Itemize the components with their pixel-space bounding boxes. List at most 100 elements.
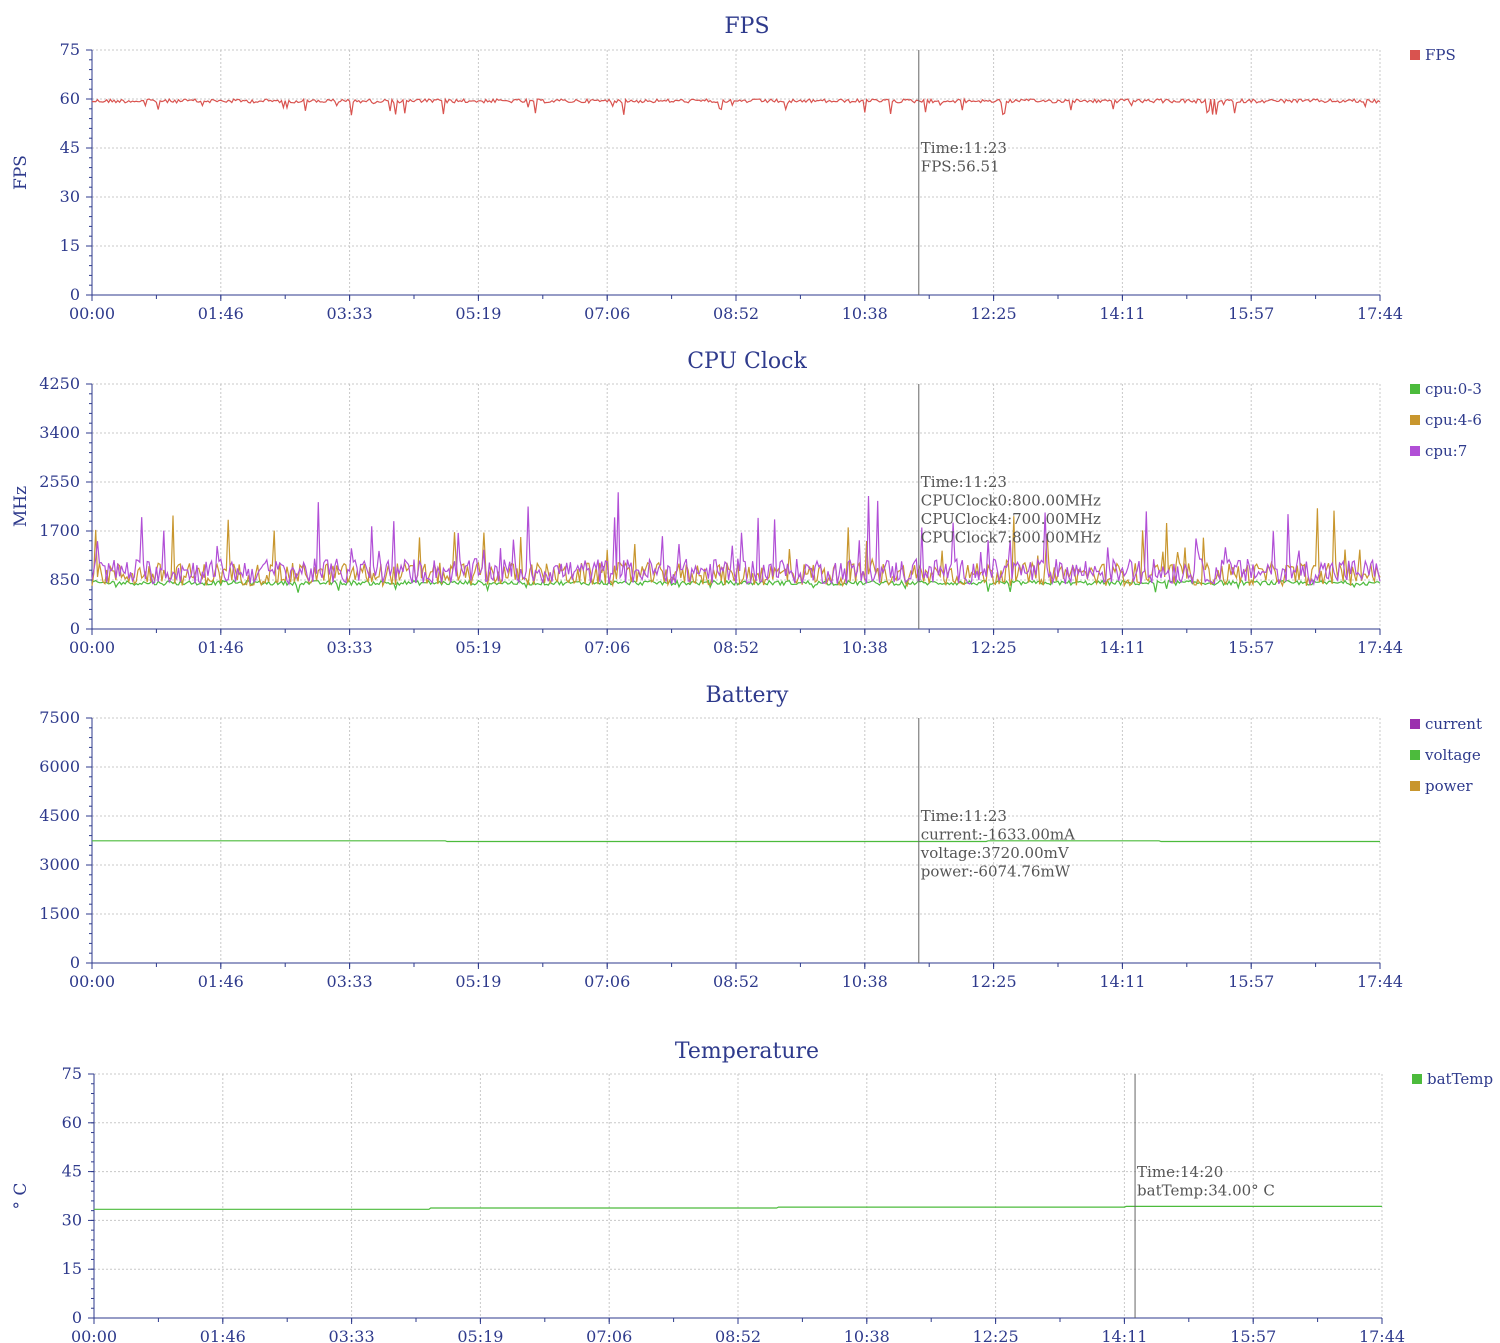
series-line-cpu:7: [91, 492, 1381, 586]
x-tick-label: 14:11: [1099, 972, 1145, 991]
tooltip-line: current:-1633.00mA: [921, 826, 1075, 844]
x-tick-label: 05:19: [455, 972, 501, 991]
tooltip-line: Time:11:23: [921, 807, 1007, 825]
x-tick-label: 10:38: [844, 1327, 890, 1343]
tooltip-line: Time:11:23: [921, 139, 1007, 157]
legend-swatch-cpu:7: [1410, 446, 1420, 456]
y-axis-label: MHz: [11, 486, 31, 527]
x-tick-label: 10:38: [842, 638, 888, 657]
legend-label: current: [1425, 715, 1482, 733]
x-tick-label: 14:11: [1099, 304, 1145, 323]
tooltip-line: Time:14:20: [1137, 1163, 1223, 1181]
legend-label: FPS: [1425, 46, 1456, 64]
x-tick-label: 08:52: [713, 304, 759, 323]
tooltip-line: FPS:56.51: [921, 158, 1000, 176]
y-tick-label: 0: [72, 1308, 82, 1327]
legend-swatch-cpu:0-3: [1410, 384, 1420, 394]
x-tick-label: 15:57: [1228, 304, 1274, 323]
y-tick-label: 4250: [39, 374, 80, 393]
y-tick-label: 2550: [39, 472, 80, 491]
legend-swatch-batTemp: [1412, 1074, 1422, 1084]
tooltip-line: CPUClock0:800.00MHz: [921, 492, 1101, 510]
x-tick-label: 00:00: [69, 972, 115, 991]
y-tick-label: 15: [62, 1259, 82, 1278]
x-tick-label: 05:19: [455, 304, 501, 323]
x-tick-label: 03:33: [327, 638, 373, 657]
chart-3: Temperature 0 15 30 45 60 75 00:00 01:46 03:33 05:…: [11, 1039, 1493, 1343]
y-tick-label: 15: [60, 236, 80, 255]
y-tick-label: 7500: [39, 708, 80, 727]
legend-swatch-voltage: [1410, 750, 1420, 760]
charts-canvas: FPS 0 15 30 45 60 75 00:00 01:46 03:33 05:19 07:06 0…: [11, 14, 1493, 1343]
y-tick-label: 45: [60, 138, 80, 157]
legend-label: power: [1425, 777, 1473, 795]
x-tick-label: 15:57: [1228, 972, 1274, 991]
x-tick-label: 08:52: [713, 638, 759, 657]
x-tick-label: 05:19: [455, 638, 501, 657]
x-tick-label: 03:33: [327, 304, 373, 323]
chart-title: CPU Clock: [687, 349, 807, 374]
x-tick-label: 01:46: [200, 1327, 246, 1343]
tooltip-line: voltage:3720.00mV: [920, 844, 1070, 862]
chart-title: Battery: [706, 683, 790, 708]
x-tick-label: 03:33: [329, 1327, 375, 1343]
x-tick-label: 07:06: [584, 304, 630, 323]
y-tick-label: 3000: [39, 855, 80, 874]
y-tick-label: 60: [62, 1113, 82, 1132]
x-tick-label: 01:46: [198, 972, 244, 991]
legend-label: cpu:7: [1425, 442, 1467, 460]
legend-label: batTemp: [1427, 1070, 1493, 1088]
x-tick-label: 00:00: [69, 638, 115, 657]
legend-swatch-cpu:4-6: [1410, 415, 1420, 425]
x-tick-label: 10:38: [842, 972, 888, 991]
x-tick-label: 12:25: [971, 638, 1017, 657]
y-tick-label: 0: [70, 619, 80, 638]
y-tick-label: 3400: [39, 423, 80, 442]
legend-label: cpu:0-3: [1425, 380, 1482, 398]
x-tick-label: 08:52: [715, 1327, 761, 1343]
chart-title: Temperature: [675, 1039, 819, 1064]
x-tick-label: 12:25: [971, 972, 1017, 991]
tooltip-line: power:-6074.76mW: [921, 863, 1071, 881]
x-tick-label: 17:44: [1357, 638, 1403, 657]
x-tick-label: 00:00: [69, 304, 115, 323]
tooltip-line: CPUClock4:700.00MHz: [921, 510, 1101, 528]
y-tick-label: 4500: [39, 806, 80, 825]
y-tick-label: 0: [70, 953, 80, 972]
y-tick-label: 30: [62, 1210, 82, 1229]
series-line-voltage: [92, 840, 1380, 843]
y-tick-label: 0: [70, 285, 80, 304]
legend-swatch-current: [1410, 719, 1420, 729]
legend-swatch-FPS: [1410, 50, 1420, 60]
x-tick-label: 17:44: [1359, 1327, 1405, 1343]
y-axis-label: ° C: [11, 1183, 31, 1210]
x-tick-label: 07:06: [584, 972, 630, 991]
chart-title: FPS: [724, 14, 769, 39]
legend-label: voltage: [1424, 746, 1481, 764]
y-tick-label: 30: [60, 187, 80, 206]
x-tick-label: 14:11: [1101, 1327, 1147, 1343]
y-tick-label: 850: [49, 570, 80, 589]
legend-swatch-power: [1410, 781, 1420, 791]
x-tick-label: 07:06: [586, 1327, 632, 1343]
chart-0: FPS 0 15 30 45 60 75 00:00 01:46 03:33 05:19 07:06 0…: [11, 14, 1456, 323]
x-tick-label: 01:46: [198, 304, 244, 323]
x-tick-label: 01:46: [198, 638, 244, 657]
x-tick-label: 12:25: [971, 304, 1017, 323]
x-tick-label: 08:52: [713, 972, 759, 991]
y-tick-label: 75: [60, 40, 80, 59]
x-tick-label: 14:11: [1099, 638, 1145, 657]
y-tick-label: 60: [60, 89, 80, 108]
tooltip-line: Time:11:23: [921, 473, 1007, 491]
legend-label: cpu:4-6: [1425, 411, 1482, 429]
y-tick-label: 1700: [39, 521, 80, 540]
x-tick-label: 07:06: [584, 638, 630, 657]
y-tick-label: 75: [62, 1064, 82, 1083]
tooltip-line: batTemp:34.00° C: [1137, 1182, 1275, 1200]
x-tick-label: 10:38: [842, 304, 888, 323]
x-tick-label: 15:57: [1230, 1327, 1276, 1343]
y-tick-label: 1500: [39, 904, 80, 923]
tooltip-line: CPUClock7:800.00MHz: [921, 529, 1101, 547]
series-line-cpu:4-6: [91, 508, 1381, 588]
x-tick-label: 00:00: [71, 1327, 117, 1343]
